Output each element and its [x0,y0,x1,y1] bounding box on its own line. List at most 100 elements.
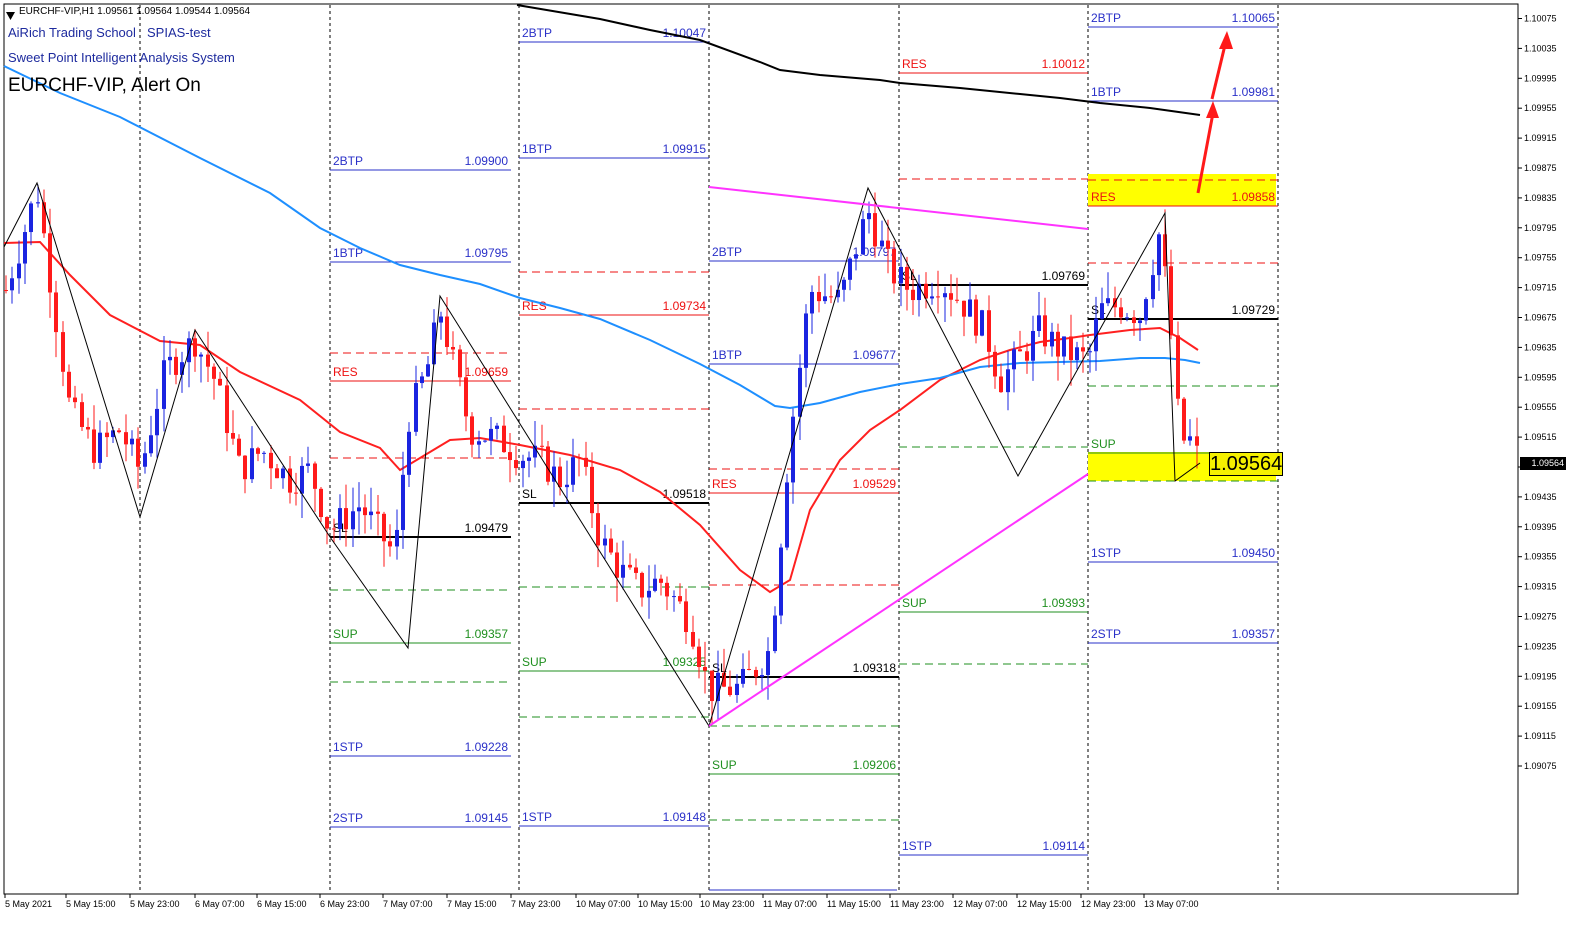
candle-body [495,425,499,429]
y-tick-label: 1.10035 [1524,43,1557,53]
candle-body [269,452,273,469]
candle-body [665,582,669,597]
symbol-info: EURCHF-VIP,H1 1.09561 1.09564 1.09544 1.… [19,6,251,17]
candle-body [691,632,695,647]
time-axis: 5 May 2021 5 May 15:00 5 May 23:00 6 May 07… [4,894,1199,909]
price-axis: 1.10075 1.10035 1.09995 1.09955 1.09915 1.098… [1517,4,1557,894]
candle-body [930,296,934,299]
level-value: 1.09114 [1043,839,1086,853]
candle-body [294,492,298,494]
y-tick-label: 1.09635 [1524,342,1557,352]
x-tick-label: 13 May 07:00 [1144,899,1199,909]
x-tick-label: 11 May 07:00 [763,899,817,909]
candle-body [1006,369,1010,393]
candle-body [804,313,808,368]
candle-body [527,457,531,461]
candle-body [1188,436,1192,441]
candle-body [426,364,430,377]
candle-body [1144,299,1148,321]
candle-body [414,383,418,432]
candle-body [798,367,802,417]
candle-body [48,233,52,293]
candle-body [703,667,707,671]
candle-body [867,213,871,220]
candle-body [325,517,329,529]
candle-body [445,316,449,347]
level-label: 1BTP [712,348,742,362]
candle-body [313,463,317,489]
candle-body [92,429,96,463]
y-tick-label: 1.09795 [1524,223,1557,233]
y-tick-label: 1.09755 [1524,253,1557,263]
x-tick-label: 6 May 15:00 [257,899,307,909]
level-label: SUP [712,758,737,772]
x-tick-label: 5 May 23:00 [130,899,180,909]
candle-body [357,507,361,512]
candle-body [697,646,701,668]
level-label: 1BTP [522,142,552,156]
y-tick-label: 1.09115 [1524,731,1556,741]
candle-body [483,440,487,442]
candle-body [1151,275,1155,300]
level-value: 1.09145 [465,811,509,825]
candle-body [225,385,229,434]
candle-body [817,291,821,302]
level-value: 1.09734 [663,299,707,313]
level-value: 1.09529 [853,477,897,491]
level-value: 1.09769 [1042,269,1086,283]
candle-body [880,240,884,247]
candle-body [1176,335,1180,399]
y-tick-label: 1.09715 [1524,283,1557,293]
level-value: 1.09357 [465,627,509,641]
candle-body [571,457,575,485]
candle-body [552,466,556,482]
candle-body [262,452,266,454]
candle-body [842,279,846,290]
level-value: 1.09858 [1232,190,1276,204]
candle-body [980,310,984,336]
candle-body [936,296,940,298]
candle-body [338,508,342,530]
candle-body [829,296,833,298]
x-tick-label: 12 May 07:00 [953,899,1008,909]
candle-body [565,484,569,488]
level-value: 1.09318 [853,661,897,675]
level-value: 1.09393 [1042,596,1086,610]
candle-body [899,266,903,284]
candle-body [974,299,978,336]
candle-body [420,376,424,384]
candle-body [168,356,172,361]
y-tick-label: 1.09435 [1524,492,1557,502]
candle-body [1138,320,1142,324]
x-tick-label: 11 May 23:00 [890,899,944,909]
candle-body [1025,351,1029,361]
level-label: SUP [902,596,927,610]
y-tick-label: 1.09995 [1524,73,1557,83]
candle-body [779,547,783,616]
candle-body [105,432,109,438]
candle-body [647,590,651,598]
level-label: SL [902,269,917,283]
candle-body [17,263,21,279]
candle-body [1195,436,1199,446]
level-value: 1.10012 [1042,57,1086,71]
candle-body [943,293,947,298]
candle-body [451,346,455,350]
candle-body [344,508,348,530]
y-tick-label: 1.09275 [1524,612,1557,622]
candle-body [1056,331,1060,357]
candle-body [136,438,140,467]
level-label: RES [1091,190,1116,204]
level-value: 1.09659 [465,365,509,379]
candle-body [36,202,40,204]
candle-body [558,466,562,488]
candle-body [1062,336,1066,357]
candle-body [1088,351,1092,353]
candle-body [823,296,827,302]
price-chart[interactable]: 2BTP 1.09900 1BTP 1.09795 RES 1.09659 SL 1.0947… [0,0,1586,927]
y-tick-label: 1.09395 [1524,522,1557,532]
level-label: SL [522,487,537,501]
candle-body [968,299,972,317]
candle-body [1075,347,1079,361]
level-label: 2BTP [1091,11,1121,25]
